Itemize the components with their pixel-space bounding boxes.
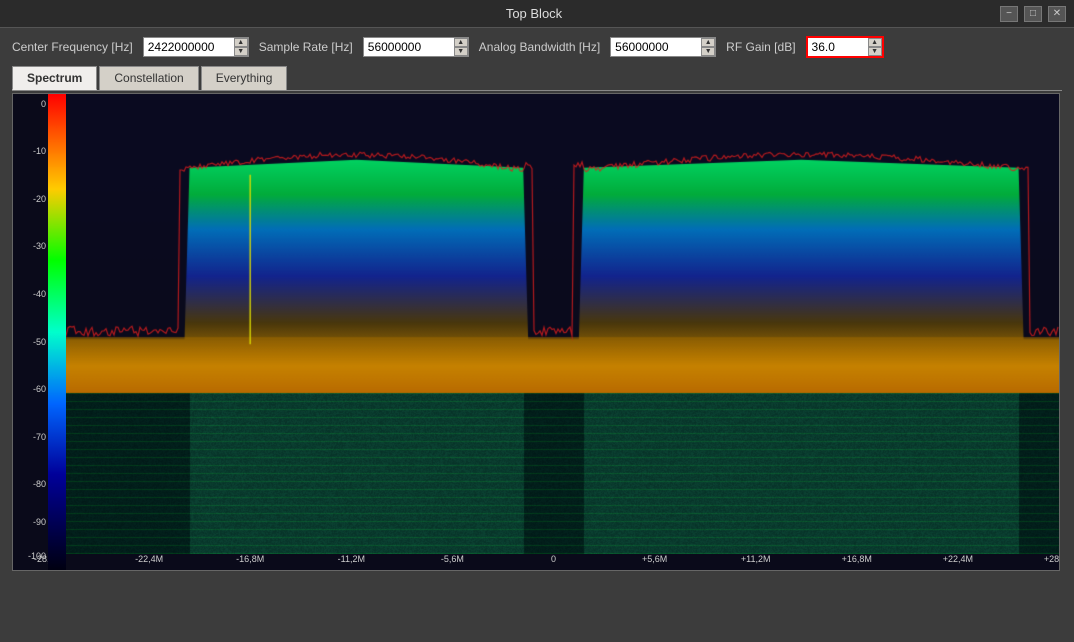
chart-area: 0 -10 -20 -30 -40 -50 -60 -70 -80 -90 -1… xyxy=(13,94,1059,570)
y-label-20: -20 xyxy=(33,194,46,204)
x-label-pos16: +16,8M xyxy=(842,554,872,564)
x-label-pos22: +22,4M xyxy=(943,554,973,564)
center-freq-input[interactable]: ▲ ▼ xyxy=(143,37,249,57)
sample-rate-spinners: ▲ ▼ xyxy=(454,38,468,56)
y-label-30: -30 xyxy=(33,241,46,251)
analog-bw-input[interactable]: ▲ ▼ xyxy=(610,37,716,57)
y-axis: 0 -10 -20 -30 -40 -50 -60 -70 -80 -90 -1… xyxy=(13,94,48,570)
tab-spectrum[interactable]: Spectrum xyxy=(12,66,97,90)
center-freq-spinners: ▲ ▼ xyxy=(234,38,248,56)
analog-bw-spinners: ▲ ▼ xyxy=(701,38,715,56)
x-label-neg16: -16,8M xyxy=(236,554,264,564)
rf-gain-up[interactable]: ▲ xyxy=(868,38,882,47)
analog-bw-field[interactable] xyxy=(611,38,701,56)
x-label-pos5: +5,6M xyxy=(642,554,667,564)
sample-rate-input[interactable]: ▲ ▼ xyxy=(363,37,469,57)
y-label-10: -10 xyxy=(33,146,46,156)
rf-gain-label: RF Gain [dB] xyxy=(726,40,795,54)
spectrum-canvas xyxy=(48,94,1059,554)
rf-gain-spinners: ▲ ▼ xyxy=(868,38,882,56)
sample-rate-label: Sample Rate [Hz] xyxy=(259,40,353,54)
x-label-pos28: +28,0M xyxy=(1044,554,1060,564)
main-content: Center Frequency [Hz] ▲ ▼ Sample Rate [H… xyxy=(0,28,1074,579)
rf-gain-input[interactable]: ▲ ▼ xyxy=(806,36,884,58)
x-label-neg11: -11,2M xyxy=(338,554,365,564)
window-title: Top Block xyxy=(68,6,1000,21)
y-label-40: -40 xyxy=(33,289,46,299)
center-freq-label: Center Frequency [Hz] xyxy=(12,40,133,54)
y-label-70: -70 xyxy=(33,432,46,442)
minimize-button[interactable]: − xyxy=(1000,6,1018,22)
y-label-60: -60 xyxy=(33,384,46,394)
x-label-0: 0 xyxy=(551,554,556,564)
title-bar: Top Block − □ ✕ xyxy=(0,0,1074,28)
tab-everything[interactable]: Everything xyxy=(201,66,288,90)
rf-gain-field[interactable] xyxy=(808,38,868,56)
close-button[interactable]: ✕ xyxy=(1048,6,1066,22)
rf-gain-down[interactable]: ▼ xyxy=(868,47,882,56)
x-label-pos11: +11,2M xyxy=(741,554,771,564)
y-label-0: 0 xyxy=(41,99,46,109)
tab-constellation[interactable]: Constellation xyxy=(99,66,198,90)
colorbar-canvas xyxy=(48,94,66,570)
center-freq-down[interactable]: ▼ xyxy=(234,47,248,56)
y-label-80: -80 xyxy=(33,479,46,489)
spectrum-container: 0 -10 -20 -30 -40 -50 -60 -70 -80 -90 -1… xyxy=(12,93,1060,571)
x-label-neg22: -22,4M xyxy=(135,554,163,564)
sample-rate-down[interactable]: ▼ xyxy=(454,47,468,56)
y-label-90: -90 xyxy=(33,517,46,527)
maximize-button[interactable]: □ xyxy=(1024,6,1042,22)
center-freq-up[interactable]: ▲ xyxy=(234,38,248,47)
sample-rate-field[interactable] xyxy=(364,38,454,56)
analog-bw-up[interactable]: ▲ xyxy=(701,38,715,47)
analog-bw-label: Analog Bandwidth [Hz] xyxy=(479,40,600,54)
center-freq-field[interactable] xyxy=(144,38,234,56)
analog-bw-down[interactable]: ▼ xyxy=(701,47,715,56)
y-label-50: -50 xyxy=(33,337,46,347)
window-controls: − □ ✕ xyxy=(1000,6,1066,22)
controls-row: Center Frequency [Hz] ▲ ▼ Sample Rate [H… xyxy=(12,36,1062,58)
tabs-row: Spectrum Constellation Everything xyxy=(12,66,1062,91)
sample-rate-up[interactable]: ▲ xyxy=(454,38,468,47)
x-axis: -28,0M -22,4M -16,8M -11,2M -5,6M 0 +5,6… xyxy=(48,554,1059,568)
x-label-neg5: -5,6M xyxy=(441,554,464,564)
